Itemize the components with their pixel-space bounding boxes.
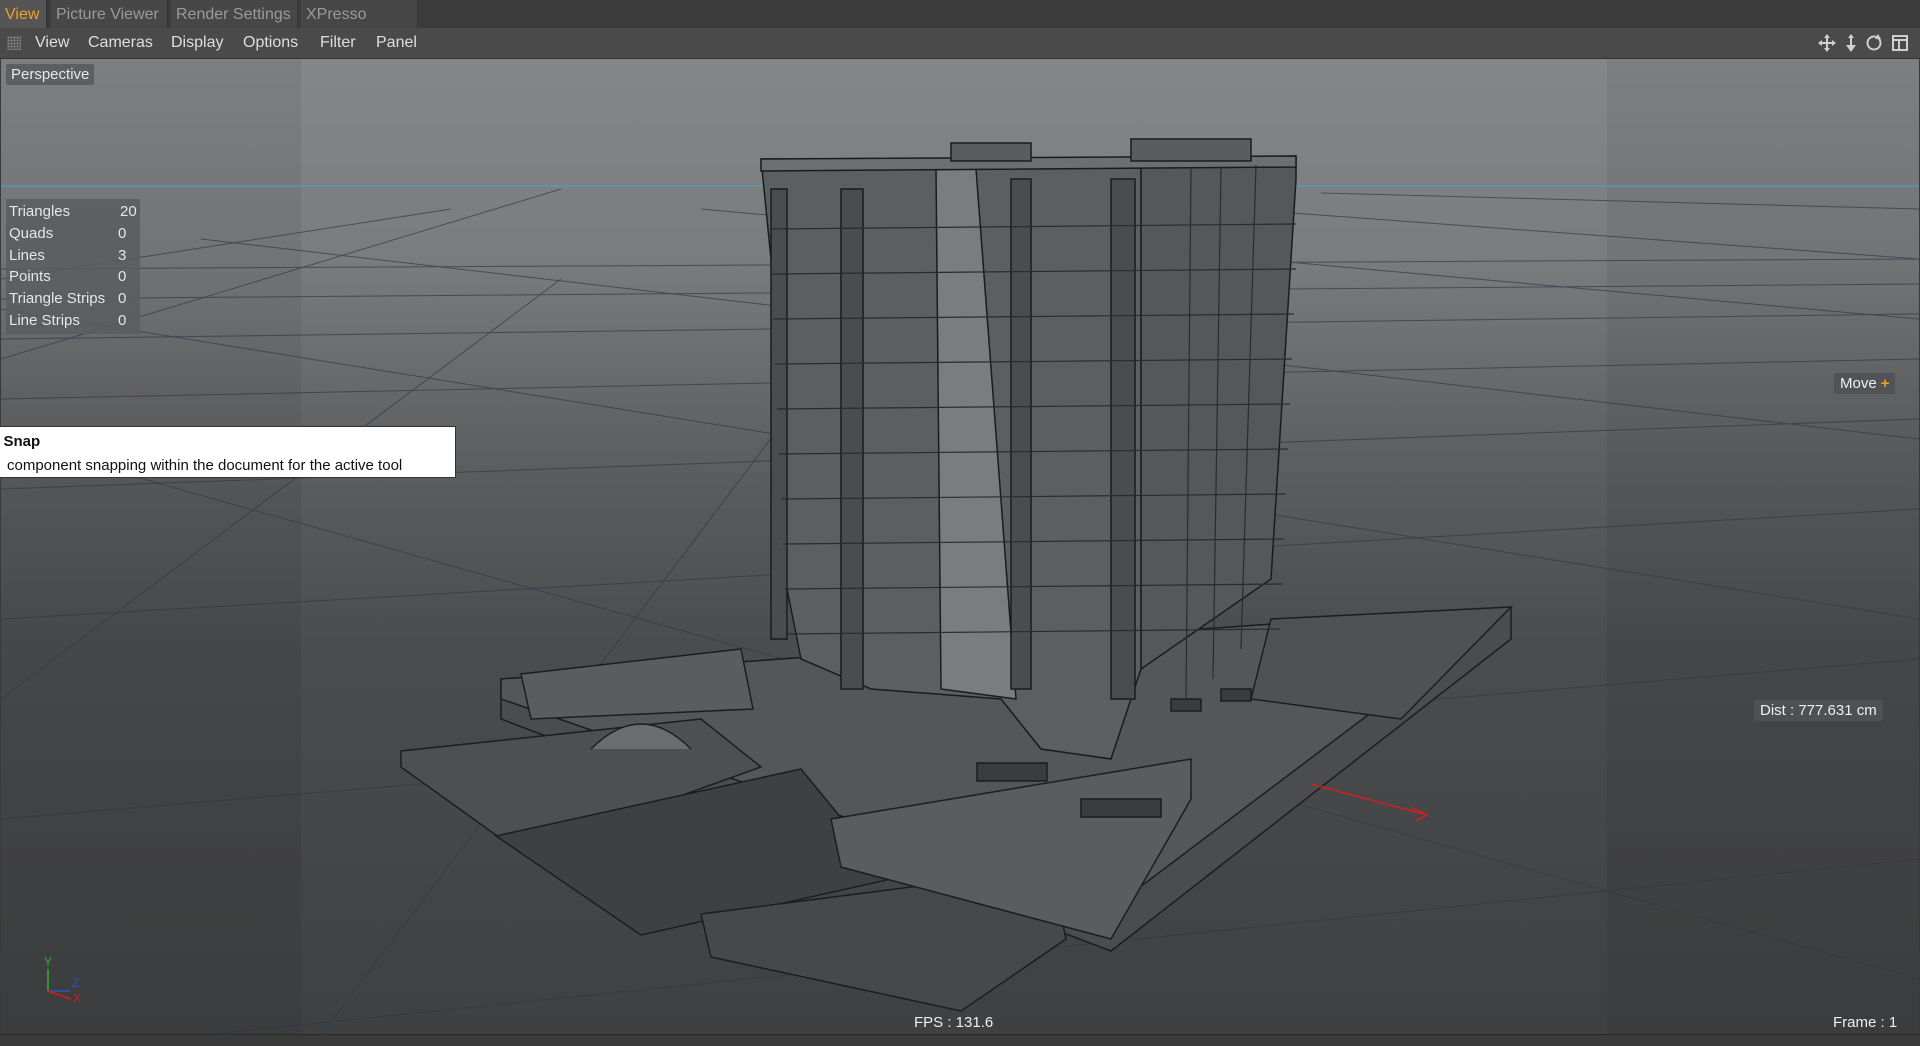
stat-row: Line Strips 0 — [6, 310, 140, 332]
axis-z-label: Z — [72, 976, 79, 990]
stat-label: Points — [9, 268, 51, 286]
camera-label[interactable]: Perspective — [6, 64, 95, 85]
stat-label: Triangle Strips — [9, 290, 106, 308]
stat-value: 3 — [118, 246, 127, 264]
move-view-icon[interactable] — [1818, 34, 1836, 52]
stat-value: 0 — [118, 311, 127, 329]
tooltip-title: e Snap — [0, 433, 41, 450]
menu-options[interactable]: Options — [243, 28, 298, 58]
stat-row: Points 0 — [6, 266, 140, 288]
axis-x-label: X — [73, 991, 81, 1005]
rotate-view-icon[interactable] — [1866, 34, 1882, 51]
panel-grip-icon[interactable] — [7, 36, 21, 50]
snap-tooltip: e Snap component snapping within the doc… — [0, 426, 456, 478]
menu-cameras[interactable]: Cameras — [88, 28, 153, 58]
tab-picture-viewer[interactable]: Picture Viewer — [51, 0, 168, 28]
viewport-menu-bar: View Cameras Display Options Filter Pane… — [0, 28, 1920, 59]
scene-render: Y Z X — [1, 59, 1919, 1035]
stat-row: Triangles 20 — [6, 201, 140, 223]
distance-readout: Dist : 777.631 cm — [1754, 700, 1883, 721]
tab-xpresso-editor[interactable]: XPresso Editor — [301, 0, 418, 53]
tooltip-description: component snapping within the document f… — [7, 457, 403, 474]
menu-view[interactable]: View — [35, 28, 69, 58]
stat-label: Lines — [9, 246, 45, 264]
perspective-viewport[interactable]: Y Z X Perspective Triangles 20 Quads 0 Lin… — [1, 59, 1919, 1035]
stat-value: 20 — [120, 203, 137, 220]
stat-row: Quads 0 — [6, 223, 140, 245]
viewport-bottom-border — [0, 1034, 1920, 1046]
axis-y-label: Y — [44, 955, 52, 969]
tab-render-settings[interactable]: Render Settings — [171, 0, 298, 28]
stat-label: Quads — [9, 224, 54, 242]
stat-label: Triangles — [9, 203, 71, 220]
menu-display[interactable]: Display — [171, 28, 223, 58]
stat-value: 0 — [118, 224, 127, 242]
move-tool-label: Move — [1840, 375, 1877, 392]
safe-frame-right — [1607, 59, 1919, 1035]
toggle-layout-icon[interactable] — [1892, 35, 1908, 51]
stat-row: Triangle Strips 0 — [6, 288, 140, 310]
fps-readout: FPS : 131.6 — [914, 1014, 994, 1031]
zoom-view-icon[interactable] — [1846, 34, 1856, 52]
stat-row: Lines 3 — [6, 245, 140, 267]
tab-bar: View Picture Viewer Render Settings XPre… — [0, 0, 1920, 53]
stat-value: 0 — [118, 290, 127, 308]
view-navigation-icons — [1818, 33, 1914, 53]
plus-icon: + — [1880, 375, 1890, 392]
menu-filter[interactable]: Filter — [320, 28, 356, 58]
move-tool-indicator: Move + — [1834, 373, 1896, 394]
frame-readout: Frame : 1 — [1833, 1014, 1898, 1031]
stat-value: 0 — [118, 268, 127, 286]
stat-label: Line Strips — [9, 311, 80, 329]
menu-panel[interactable]: Panel — [376, 28, 417, 58]
render-stats-panel: Triangles 20 Quads 0 Lines 3 Points 0 Triang… — [6, 199, 140, 334]
tab-view[interactable]: View — [0, 0, 47, 28]
x-axis-arrow — [1310, 783, 1429, 822]
